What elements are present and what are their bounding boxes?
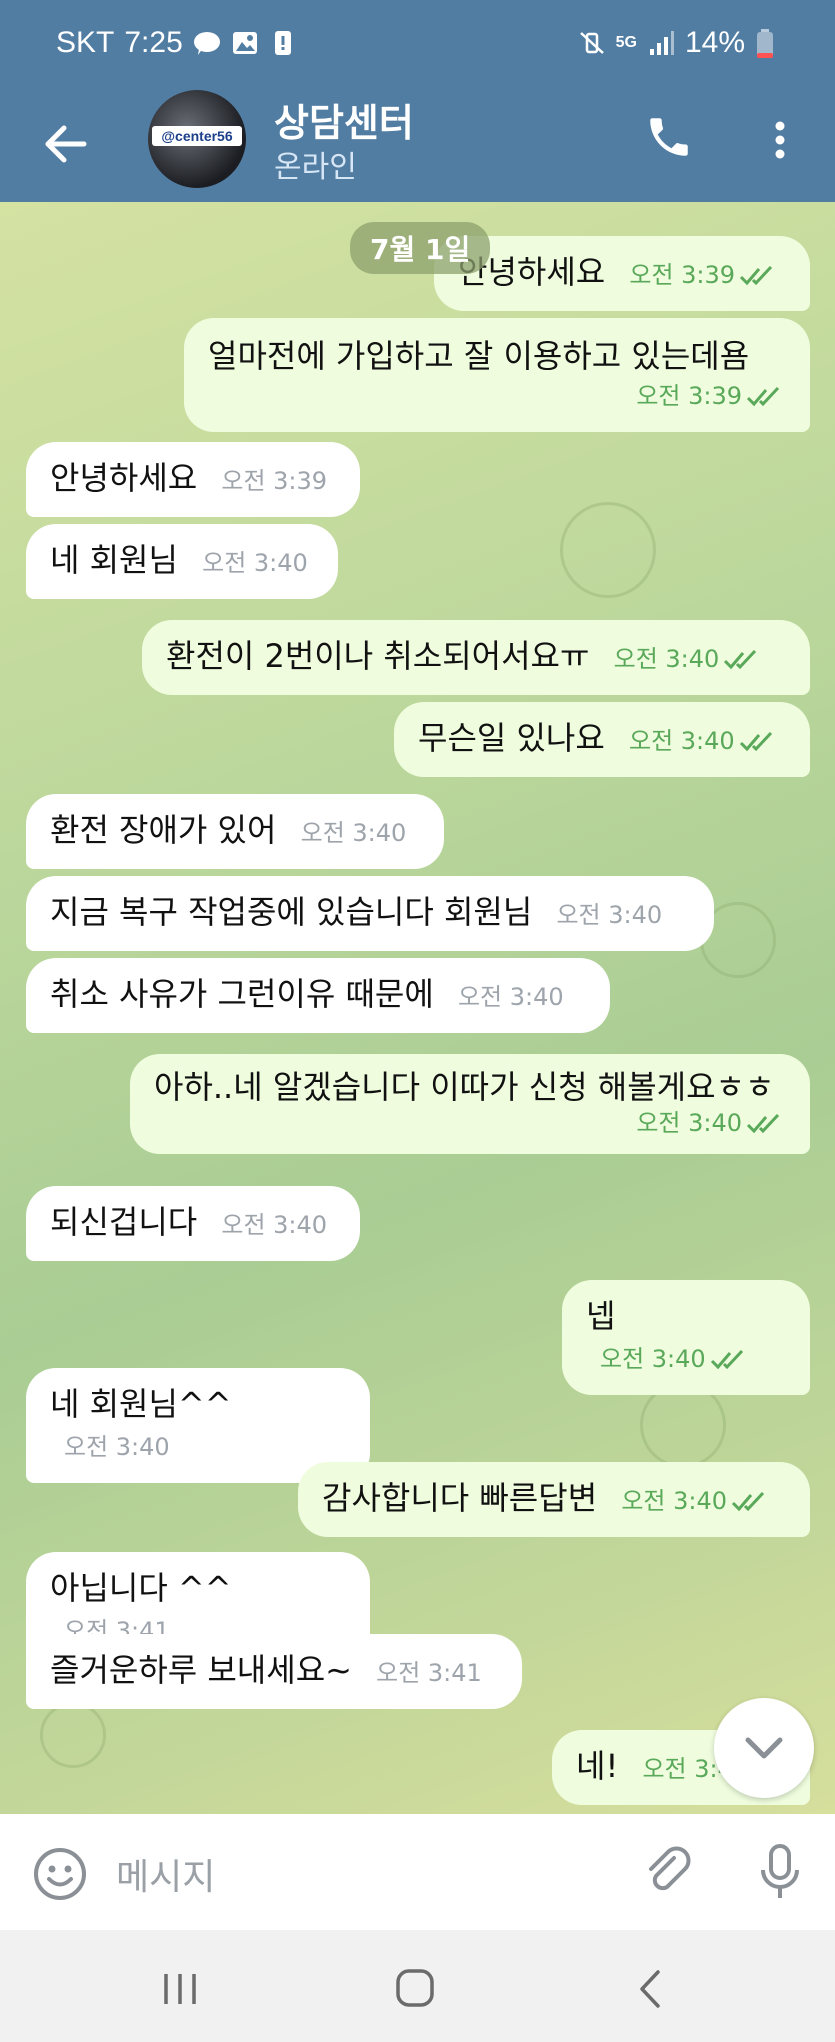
message-time: 오전 3:40 bbox=[636, 1109, 742, 1137]
more-options-icon[interactable] bbox=[760, 112, 800, 168]
vibrate-mute-icon bbox=[578, 29, 606, 57]
double-check-icon bbox=[724, 650, 757, 670]
message-time: 오전 3:40 bbox=[613, 645, 720, 673]
message-time: 오전 3:40 bbox=[556, 901, 663, 929]
message-text: 네 회원님^^ bbox=[50, 1385, 232, 1423]
message-text: 취소 사유가 그런이유 때문에 bbox=[50, 975, 434, 1013]
clock: 7:25 bbox=[124, 26, 183, 59]
message-time: 오전 3:40 bbox=[64, 1433, 170, 1461]
double-check-icon bbox=[739, 732, 772, 752]
carrier: SKT bbox=[56, 26, 115, 59]
message-text: 안녕하세요 bbox=[50, 459, 198, 497]
message-time: 오전 3:39 bbox=[629, 261, 736, 289]
back-arrow-icon[interactable] bbox=[38, 116, 94, 172]
message-time: 오전 3:40 bbox=[621, 1487, 727, 1515]
message-text: 지금 복구 작업중에 있습니다 회원님 bbox=[50, 893, 533, 931]
message-bubble-incoming[interactable]: 환전 장애가 있어 오전 3:40 bbox=[26, 794, 444, 869]
scroll-to-bottom-button[interactable] bbox=[714, 1698, 814, 1798]
message-text: 무슨일 있나요 bbox=[418, 719, 605, 757]
message-text: 넵 bbox=[586, 1297, 616, 1335]
chat-status: 온라인 bbox=[274, 150, 357, 185]
message-text: 아하..네 알겠습니다 이따가 신청 해볼게요ㅎㅎ bbox=[154, 1068, 775, 1106]
system-navigation-bar bbox=[0, 1930, 835, 2042]
emoji-icon[interactable] bbox=[32, 1846, 88, 1902]
chat-title[interactable]: 상담센터 bbox=[274, 92, 414, 147]
message-time: 오전 3:39 bbox=[221, 467, 328, 495]
network-label: 5G bbox=[615, 34, 637, 51]
message-time: 오전 3:40 bbox=[202, 549, 308, 577]
double-check-icon bbox=[746, 1114, 780, 1134]
message-bubble-incoming[interactable]: 즐거운하루 보내세요~ 오전 3:41 bbox=[26, 1634, 522, 1709]
back-icon[interactable] bbox=[620, 1964, 680, 2014]
background-doodle bbox=[560, 502, 656, 598]
gallery-notification-icon bbox=[231, 29, 259, 57]
message-text: 환전이 2번이나 취소되어서요ㅠ bbox=[166, 637, 590, 675]
message-bubble-incoming[interactable]: 취소 사유가 그런이유 때문에 오전 3:40 bbox=[26, 958, 610, 1033]
message-time: 오전 3:39 bbox=[636, 382, 742, 410]
double-check-icon bbox=[731, 1492, 765, 1512]
talk-notification-icon bbox=[193, 29, 221, 57]
message-time: 오전 3:40 bbox=[300, 819, 407, 847]
message-bubble-outgoing[interactable]: 안녕하세요 오전 3:39 bbox=[434, 236, 810, 311]
avatar-tag: @center56 bbox=[152, 126, 242, 146]
recent-apps-icon[interactable] bbox=[150, 1964, 210, 2014]
chat-header: @center56 상담센터 온라인 bbox=[0, 90, 835, 202]
message-bubble-outgoing[interactable]: 얼마전에 가입하고 잘 이용하고 있는데욤 오전 3:39 bbox=[184, 318, 810, 432]
battery-icon bbox=[755, 29, 783, 58]
double-check-icon bbox=[710, 1350, 743, 1370]
message-bubble-outgoing[interactable]: 아하..네 알겠습니다 이따가 신청 해볼게요ㅎㅎ 오전 3:40 bbox=[130, 1054, 810, 1154]
message-text: 환전 장애가 있어 bbox=[50, 811, 277, 849]
message-bubble-outgoing[interactable]: 환전이 2번이나 취소되어서요ㅠ 오전 3:40 bbox=[142, 620, 810, 695]
phone-call-icon[interactable] bbox=[644, 112, 694, 162]
avatar[interactable]: @center56 bbox=[148, 90, 246, 188]
message-bubble-incoming[interactable]: 안녕하세요 오전 3:39 bbox=[26, 442, 360, 517]
status-left: SKT 7:25 bbox=[56, 26, 297, 60]
double-check-icon bbox=[740, 266, 773, 286]
battery-percent: 14% bbox=[684, 26, 745, 59]
message-time: 오전 3:40 bbox=[628, 727, 735, 755]
status-right: 5G 14% bbox=[578, 26, 783, 60]
chevron-down-icon bbox=[745, 1737, 783, 1759]
message-text: 네 회원님 bbox=[50, 541, 178, 579]
message-bubble-outgoing[interactable]: 무슨일 있나요 오전 3:40 bbox=[394, 702, 810, 777]
signal-icon bbox=[647, 29, 675, 57]
microphone-icon[interactable] bbox=[752, 1842, 808, 1902]
message-time: 오전 3:40 bbox=[600, 1345, 706, 1373]
attach-icon[interactable] bbox=[640, 1844, 696, 1900]
message-bubble-incoming[interactable]: 되신겁니다 오전 3:40 bbox=[26, 1186, 360, 1261]
message-bubble-outgoing[interactable]: 감사합니다 빠른답변 오전 3:40 bbox=[298, 1462, 810, 1537]
message-composer: 메시지 bbox=[0, 1814, 835, 1930]
background-doodle bbox=[40, 1702, 106, 1768]
message-time: 오전 3:40 bbox=[221, 1211, 328, 1239]
message-bubble-outgoing[interactable]: 넵 오전 3:40 bbox=[562, 1280, 810, 1395]
message-text: 얼마전에 가입하고 잘 이용하고 있는데욤 bbox=[208, 337, 750, 375]
message-input[interactable]: 메시지 bbox=[116, 1848, 215, 1900]
message-text: 되신겁니다 bbox=[50, 1203, 198, 1241]
alert-notification-icon bbox=[269, 29, 297, 57]
message-text: 감사합니다 빠른답변 bbox=[322, 1479, 598, 1517]
message-time: 오전 3:40 bbox=[457, 983, 564, 1011]
message-bubble-incoming[interactable]: 네 회원님 오전 3:40 bbox=[26, 524, 338, 599]
message-time: 오전 3:41 bbox=[376, 1659, 482, 1687]
double-check-icon bbox=[746, 387, 780, 407]
status-bar: SKT 7:25 5G 14% bbox=[0, 0, 835, 90]
date-badge: 7월 1일 bbox=[350, 222, 491, 274]
message-text: 네! bbox=[576, 1747, 619, 1785]
home-icon[interactable] bbox=[384, 1964, 444, 2014]
message-text: 아닙니다 ^^ bbox=[50, 1569, 232, 1607]
message-bubble-incoming[interactable]: 지금 복구 작업중에 있습니다 회원님 오전 3:40 bbox=[26, 876, 714, 951]
chat-message-list[interactable]: 안녕하세요 오전 3:39 얼마전에 가입하고 잘 이용하고 있는데욤 오전 3… bbox=[0, 202, 835, 1814]
message-text: 즐거운하루 보내세요~ bbox=[50, 1651, 352, 1689]
